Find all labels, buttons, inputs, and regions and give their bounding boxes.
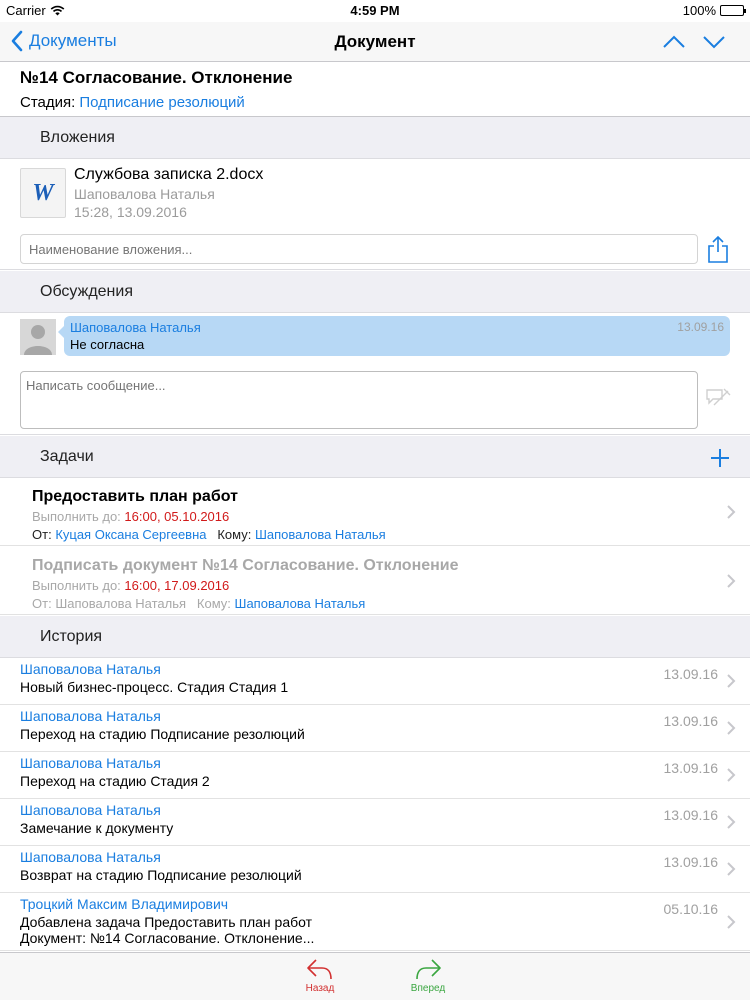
history-text: Переход на стадию Подписание резолюций [20, 726, 305, 742]
back-button[interactable]: Назад [290, 957, 350, 994]
task-from: Шаповалова Наталья [55, 596, 187, 611]
chevron-right-icon [727, 914, 736, 929]
chevron-down-icon [703, 36, 725, 49]
task-due: 16:00, 17.09.2016 [124, 578, 230, 593]
discussions-section: Шаповалова Наталья 13.09.16 Не согласна [0, 313, 750, 435]
chevron-right-icon [727, 504, 736, 519]
history-date: 13.09.16 [663, 713, 719, 729]
attachment-name[interactable]: Службова записка 2.docx [74, 166, 263, 184]
back-label: Назад [305, 983, 335, 994]
history-author: Троцкий Максим Владимирович [20, 896, 229, 912]
task-people-line: От: Шаповалова Наталья Кому: Шаповалова … [32, 596, 718, 611]
task-from: Куцая Оксана Сергеевна [55, 527, 207, 542]
document-stage: Стадия: Подписание резолюций [20, 94, 730, 111]
battery-indicator: 100% [682, 3, 746, 18]
attachments-section: W Службова записка 2.docx Шаповалова Нат… [0, 160, 750, 270]
chevron-right-icon [727, 815, 736, 829]
history-header: История [0, 616, 750, 658]
from-label: От: [32, 527, 52, 542]
task-title: Предоставить план работ [32, 488, 238, 505]
history-author: Шаповалова Наталья [20, 849, 161, 865]
attachment-date: 15:28, 13.09.2016 [74, 204, 187, 220]
plus-icon [711, 449, 729, 467]
history-author: Шаповалова Наталья [20, 802, 161, 818]
task-due: 16:00, 05.10.2016 [124, 509, 230, 524]
history-author: Шаповалова Наталья [20, 661, 161, 677]
from-label: От: [32, 596, 52, 611]
discussions-header: Обсуждения [0, 271, 750, 313]
history-text-secondary: Документ: №14 Согласование. Отклонение..… [20, 930, 315, 946]
task-people-line: От: Куцая Оксана Сергеевна Кому: Шаповал… [32, 527, 718, 542]
to-label: Кому: [217, 527, 252, 542]
task-due-line: Выполнить до: 16:00, 05.10.2016 [32, 509, 718, 524]
send-icon[interactable] [704, 383, 732, 411]
task-item[interactable]: Подписать документ №14 Согласование. Отк… [0, 547, 750, 615]
chevron-right-icon [727, 721, 736, 735]
history-text: Возврат на стадию Подписание резолюций [20, 867, 302, 883]
task-item[interactable]: Предоставить план работ Выполнить до: 16… [0, 478, 750, 546]
undo-arrow-icon [307, 959, 332, 980]
previous-document-button[interactable] [662, 30, 686, 54]
stage-value[interactable]: Подписание резолюций [79, 94, 245, 111]
message-author[interactable]: Шаповалова Наталья [70, 320, 724, 335]
history-author: Шаповалова Наталья [20, 708, 161, 724]
battery-percent: 100% [682, 3, 716, 18]
chevron-right-icon [727, 862, 736, 876]
task-title: Подписать документ №14 Согласование. Отк… [32, 557, 459, 574]
navigation-bar: Документы Документ [0, 22, 750, 62]
task-due-line: Выполнить до: 16:00, 17.09.2016 [32, 578, 718, 593]
history-date: 05.10.16 [663, 901, 719, 917]
history-row[interactable]: Шаповалова Наталья Возврат на стадию Под… [0, 846, 750, 893]
add-task-button[interactable] [708, 446, 732, 470]
chevron-up-icon [663, 35, 685, 48]
attachments-header: Вложения [0, 117, 750, 159]
history-row[interactable]: Троцкий Максим Владимирович Добавлена за… [0, 893, 750, 951]
avatar [20, 319, 56, 355]
history-date: 13.09.16 [663, 854, 719, 870]
history-date: 13.09.16 [663, 666, 719, 682]
history-author: Шаповалова Наталья [20, 755, 161, 771]
history-text: Новый бизнес-процесс. Стадия Стадия 1 [20, 679, 289, 695]
word-file-icon[interactable]: W [20, 168, 66, 218]
history-date: 13.09.16 [663, 807, 719, 823]
chevron-right-icon [727, 768, 736, 782]
nav-arrows [662, 30, 726, 54]
due-label: Выполнить до: [32, 509, 121, 524]
history-text: Переход на стадию Стадия 2 [20, 773, 210, 789]
bottom-toolbar: Назад Вперед [0, 952, 750, 1000]
tasks-header: Задачи [0, 436, 750, 478]
battery-icon [720, 5, 746, 16]
next-document-button[interactable] [702, 30, 726, 54]
history-row[interactable]: Шаповалова Наталья Новый бизнес-процесс.… [0, 658, 750, 705]
history-text: Замечание к документу [20, 820, 174, 836]
history-row[interactable]: Шаповалова Наталья Замечание к документу… [0, 799, 750, 846]
forward-label: Вперед [410, 983, 446, 994]
attachment-name-input[interactable] [20, 234, 698, 264]
history-row[interactable]: Шаповалова Наталья Переход на стадию Под… [0, 705, 750, 752]
upload-share-icon[interactable] [706, 234, 730, 264]
task-to: Шаповалова Наталья [254, 527, 386, 542]
due-label: Выполнить до: [32, 578, 121, 593]
document-header: №14 Согласование. Отклонение Стадия: Подп… [0, 62, 750, 117]
redo-arrow-icon [416, 959, 441, 980]
history-date: 13.09.16 [663, 760, 719, 776]
clock: 4:59 PM [350, 3, 400, 18]
task-to: Шаповалова Наталья [234, 596, 366, 611]
chevron-right-icon [727, 573, 736, 588]
message-input[interactable] [20, 371, 698, 429]
message-bubble: Шаповалова Наталья 13.09.16 Не согласна [58, 316, 730, 356]
chevron-right-icon [727, 674, 736, 688]
page-title: Документ [334, 32, 416, 51]
history-text: Добавлена задача Предоставить план работ [20, 914, 313, 930]
stage-label: Стадия: [20, 94, 76, 111]
to-label: Кому: [196, 596, 231, 611]
attachment-author: Шаповалова Наталья [74, 186, 215, 202]
history-row[interactable]: Шаповалова Наталья Переход на стадию Ста… [0, 752, 750, 799]
message-date: 13.09.16 [677, 320, 724, 334]
forward-button[interactable]: Вперед [398, 957, 458, 994]
message-text: Не согласна [70, 337, 145, 352]
user-silhouette-icon [24, 325, 52, 355]
document-title: №14 Согласование. Отклонение [20, 68, 293, 87]
status-bar: Carrier 4:59 PM 100% [0, 0, 750, 22]
